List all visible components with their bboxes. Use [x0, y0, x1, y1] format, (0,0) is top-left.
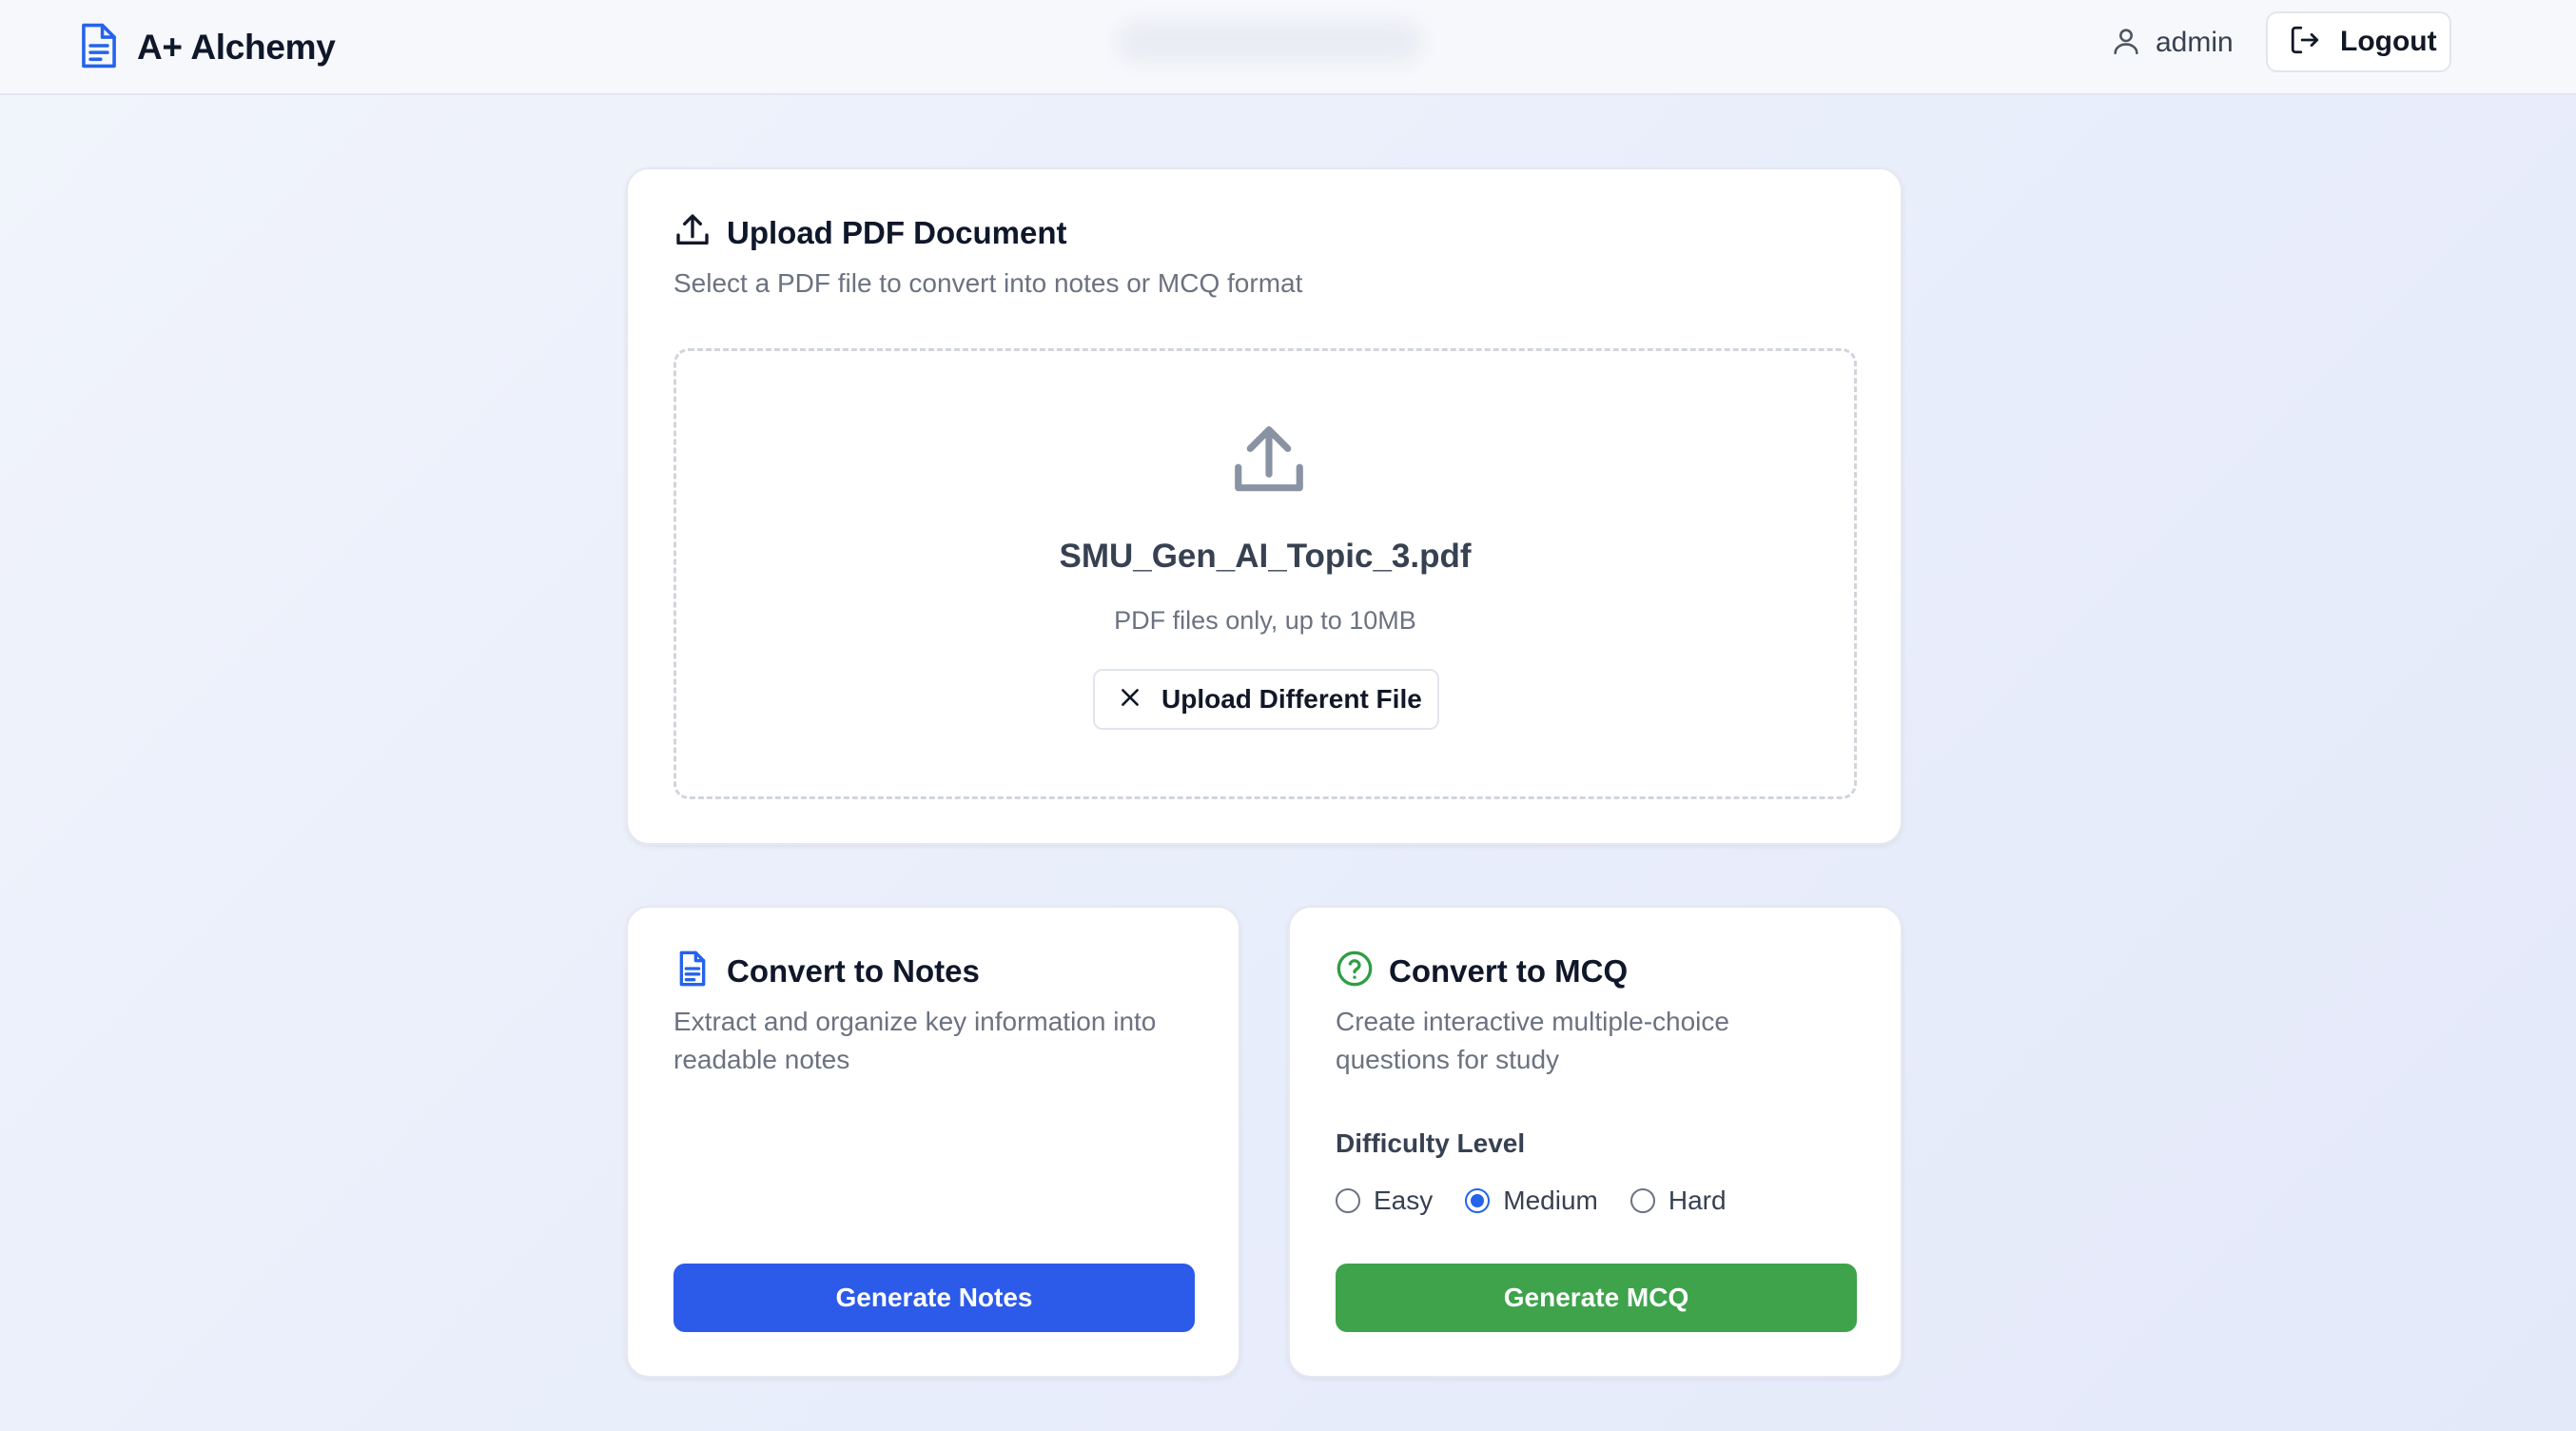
notes-description-line2: readable notes	[673, 1045, 850, 1074]
file-hint: PDF files only, up to 10MB	[1114, 606, 1416, 635]
radio-button-selected[interactable]	[1465, 1188, 1491, 1213]
user-info: admin	[2110, 21, 2234, 65]
notes-description-line1: Extract and organize key information int…	[673, 1007, 1157, 1036]
upload-icon	[673, 211, 712, 254]
mcq-title: Convert to MCQ	[1389, 952, 1629, 989]
notes-title: Convert to Notes	[727, 952, 980, 989]
difficulty-label: Difficulty Level	[1336, 1128, 1526, 1158]
upload-different-file-button[interactable]: Upload Different File	[1093, 669, 1439, 730]
logout-icon	[2289, 24, 2321, 61]
difficulty-option-hard[interactable]: Hard	[1630, 1186, 1727, 1216]
mcq-description-line1: Create interactive multiple-choice	[1336, 1007, 1729, 1036]
mcq-title-row: Convert to MCQ	[1336, 950, 1628, 992]
upload-card: Upload PDF Document Select a PDF file to…	[626, 167, 1903, 845]
difficulty-radio-group: Easy Medium Hard	[1336, 1186, 1759, 1216]
radio-button[interactable]	[1630, 1188, 1655, 1213]
notes-title-row: Convert to Notes	[673, 950, 980, 992]
radio-label: Easy	[1374, 1186, 1434, 1215]
radio-button[interactable]	[1336, 1188, 1360, 1213]
upload-title-row: Upload PDF Document	[673, 211, 1067, 254]
notes-card: Convert to Notes Extract and organize ke…	[626, 906, 1240, 1378]
user-icon	[2110, 25, 2142, 62]
close-icon	[1118, 685, 1142, 715]
file-dropzone[interactable]: SMU_Gen_AI_Topic_3.pdf PDF files only, u…	[673, 348, 1857, 799]
upload-arrow-icon	[1228, 420, 1310, 501]
user-name: admin	[2156, 27, 2234, 58]
logout-label: Logout	[2340, 26, 2437, 57]
upload-different-file-label: Upload Different File	[1161, 684, 1422, 714]
upload-title: Upload PDF Document	[727, 214, 1067, 250]
radio-label: Medium	[1503, 1186, 1598, 1215]
generate-mcq-button[interactable]: Generate MCQ	[1336, 1264, 1857, 1332]
logout-button[interactable]: Logout	[2266, 11, 2451, 72]
question-circle-icon	[1336, 950, 1374, 992]
radio-label: Hard	[1668, 1186, 1727, 1215]
app-name: A+ Alchemy	[137, 28, 336, 67]
top-header: A+ Alchemy admin Logout	[0, 0, 2576, 95]
upload-description: Select a PDF file to convert into notes …	[673, 268, 1303, 298]
selected-file-name: SMU_Gen_AI_Topic_3.pdf	[1059, 538, 1472, 575]
document-icon	[78, 22, 120, 74]
difficulty-option-medium[interactable]: Medium	[1465, 1186, 1598, 1216]
difficulty-option-easy[interactable]: Easy	[1336, 1186, 1433, 1216]
brand[interactable]: A+ Alchemy	[78, 17, 336, 78]
blurred-header-text	[1118, 21, 1422, 63]
document-icon	[673, 950, 712, 992]
generate-notes-button[interactable]: Generate Notes	[673, 1264, 1195, 1332]
mcq-description-line2: questions for study	[1336, 1045, 1560, 1074]
mcq-card: Convert to MCQ Create interactive multip…	[1288, 906, 1903, 1378]
